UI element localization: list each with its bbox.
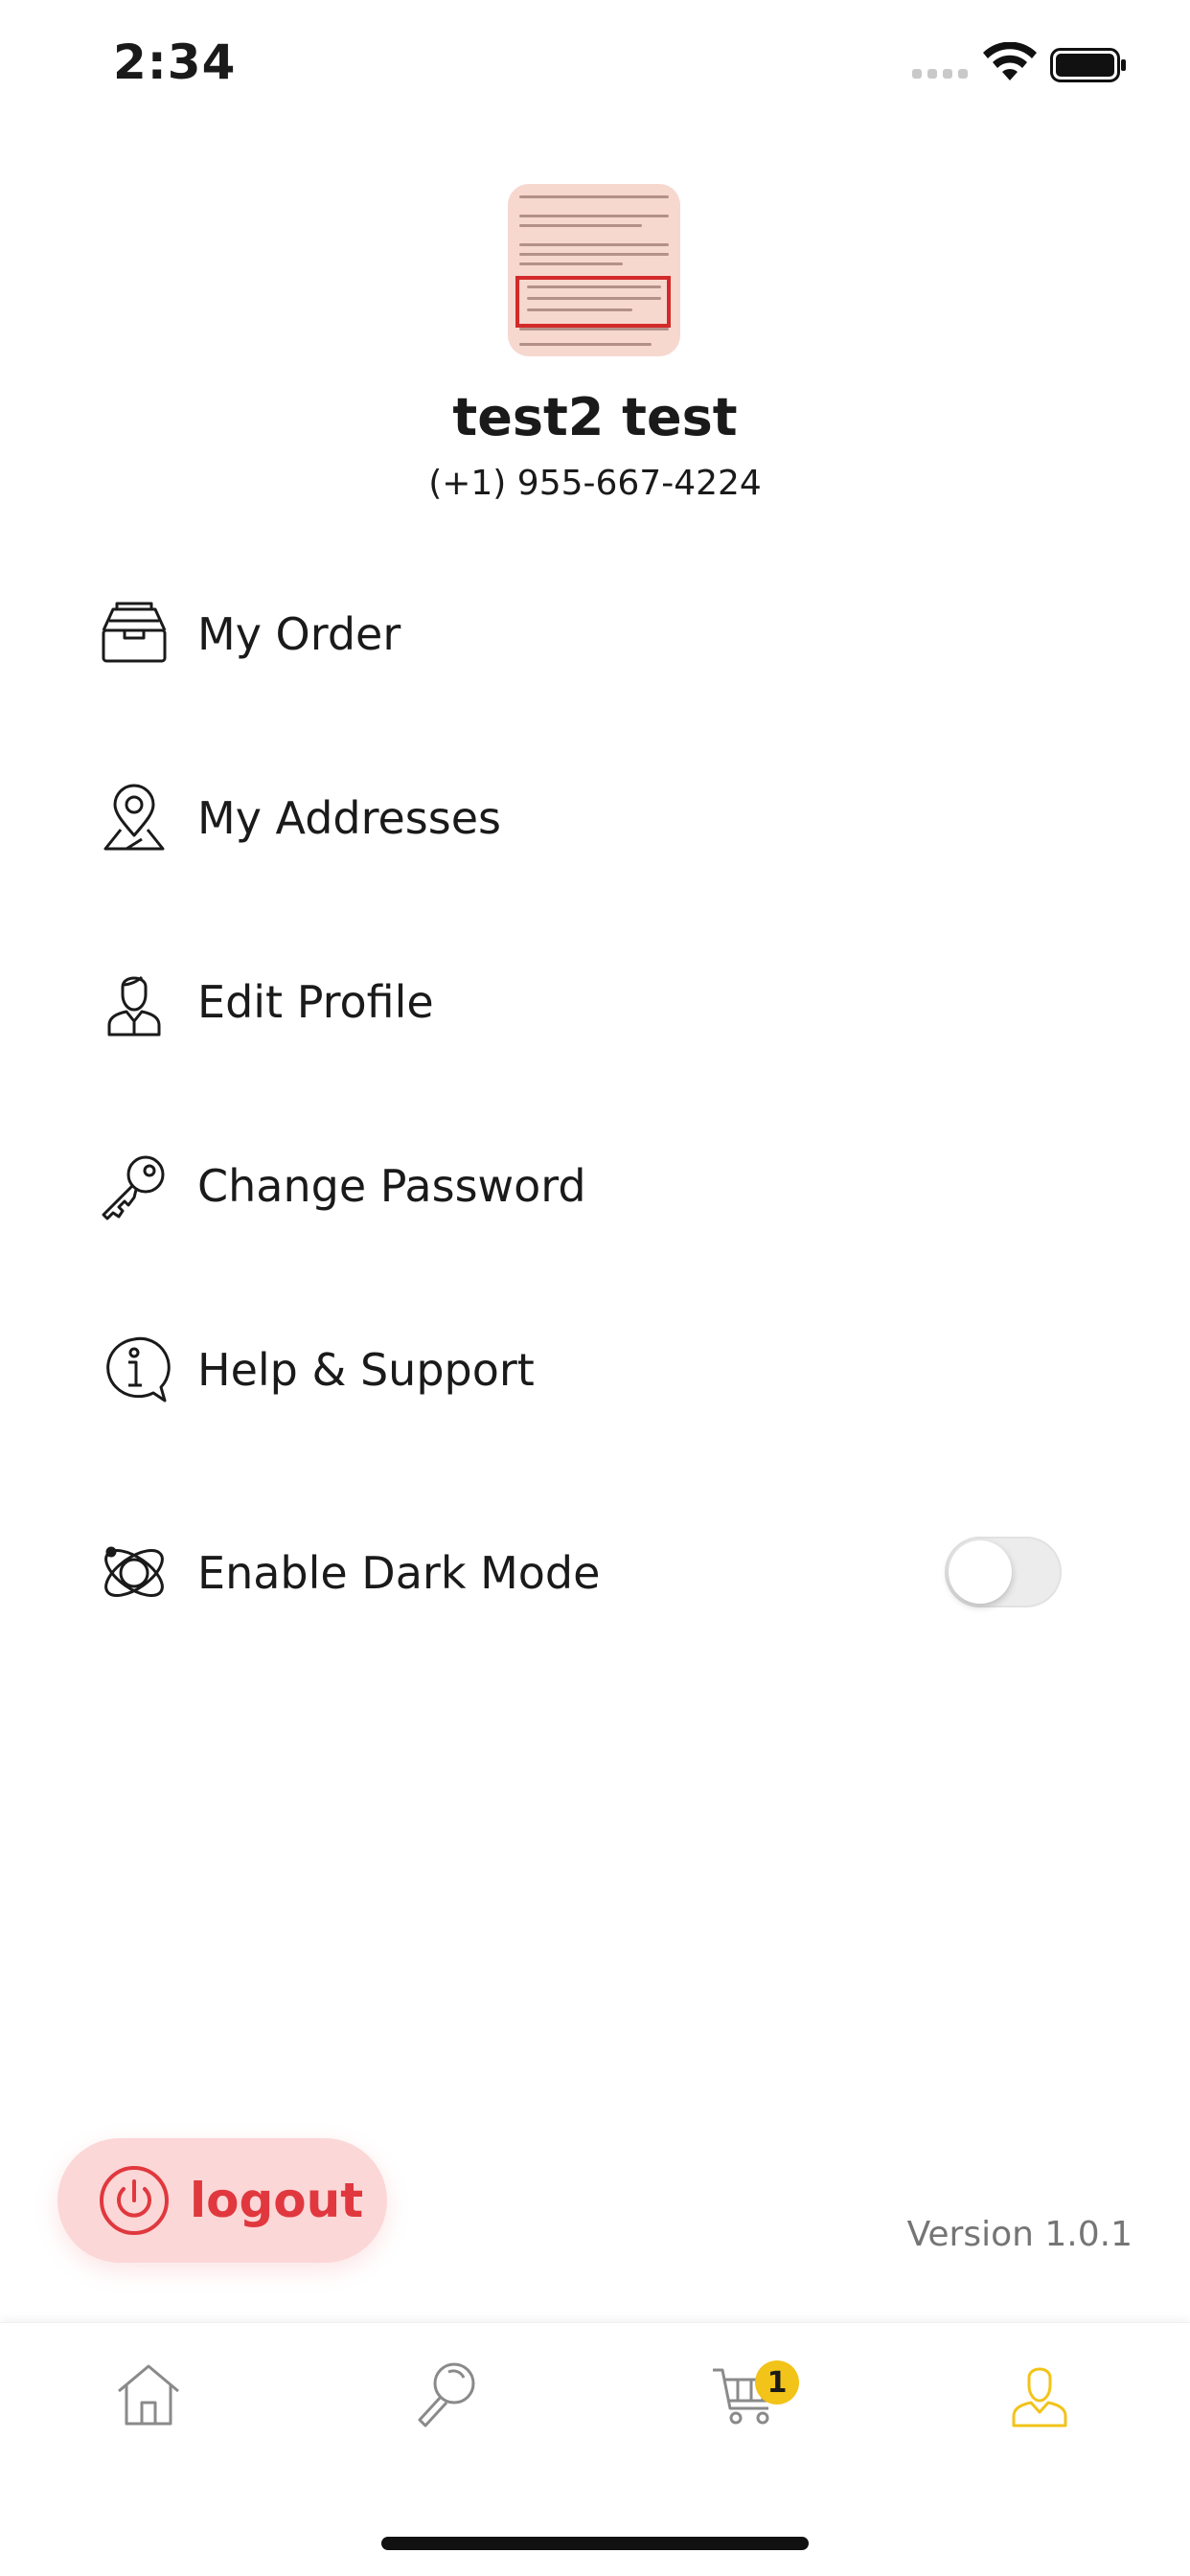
search-icon xyxy=(418,2362,475,2428)
status-time: 2:34 xyxy=(113,34,237,90)
cart-badge: 1 xyxy=(755,2360,799,2405)
menu-item-label: Edit Profile xyxy=(197,976,434,1028)
avatar[interactable] xyxy=(508,184,680,356)
tab-home[interactable] xyxy=(113,2359,184,2429)
menu-item-change-password[interactable]: Change Password xyxy=(96,1128,1094,1243)
home-icon xyxy=(118,2364,179,2426)
menu-item-label: My Order xyxy=(197,608,401,660)
order-tray-icon xyxy=(96,596,172,672)
logout-button[interactable]: logout xyxy=(57,2138,387,2263)
tab-profile[interactable] xyxy=(1004,2359,1075,2429)
key-icon xyxy=(96,1148,172,1224)
toggle-knob xyxy=(949,1540,1012,1604)
menu-item-label: My Addresses xyxy=(197,792,501,844)
home-indicator xyxy=(381,2537,809,2550)
orbit-icon xyxy=(96,1535,172,1611)
menu-item-my-order[interactable]: My Order xyxy=(96,577,1094,692)
menu-item-label: Help & Support xyxy=(197,1344,535,1396)
menu-item-label: Change Password xyxy=(197,1160,586,1212)
menu-item-help-support[interactable]: Help & Support xyxy=(96,1312,1094,1427)
cellular-signal-icon xyxy=(912,69,968,79)
menu-item-label: Enable Dark Mode xyxy=(197,1547,601,1599)
user-profile-icon xyxy=(96,964,172,1040)
profile-name: test2 test xyxy=(452,387,738,447)
info-chat-icon xyxy=(96,1332,172,1408)
power-icon xyxy=(100,2166,169,2235)
logout-label: logout xyxy=(190,2173,364,2228)
battery-icon xyxy=(1050,48,1126,82)
profile-icon xyxy=(1012,2367,1067,2428)
map-pin-icon xyxy=(96,780,172,856)
menu-item-edit-profile[interactable]: Edit Profile xyxy=(96,945,1094,1060)
profile-phone: (+1) 955-667-4224 xyxy=(428,464,762,503)
menu-item-my-addresses[interactable]: My Addresses xyxy=(96,761,1094,876)
wifi-icon xyxy=(983,42,1037,80)
app-version: Version 1.0.1 xyxy=(906,2215,1133,2254)
dark-mode-toggle[interactable] xyxy=(945,1537,1062,1607)
tab-search[interactable] xyxy=(410,2359,481,2429)
